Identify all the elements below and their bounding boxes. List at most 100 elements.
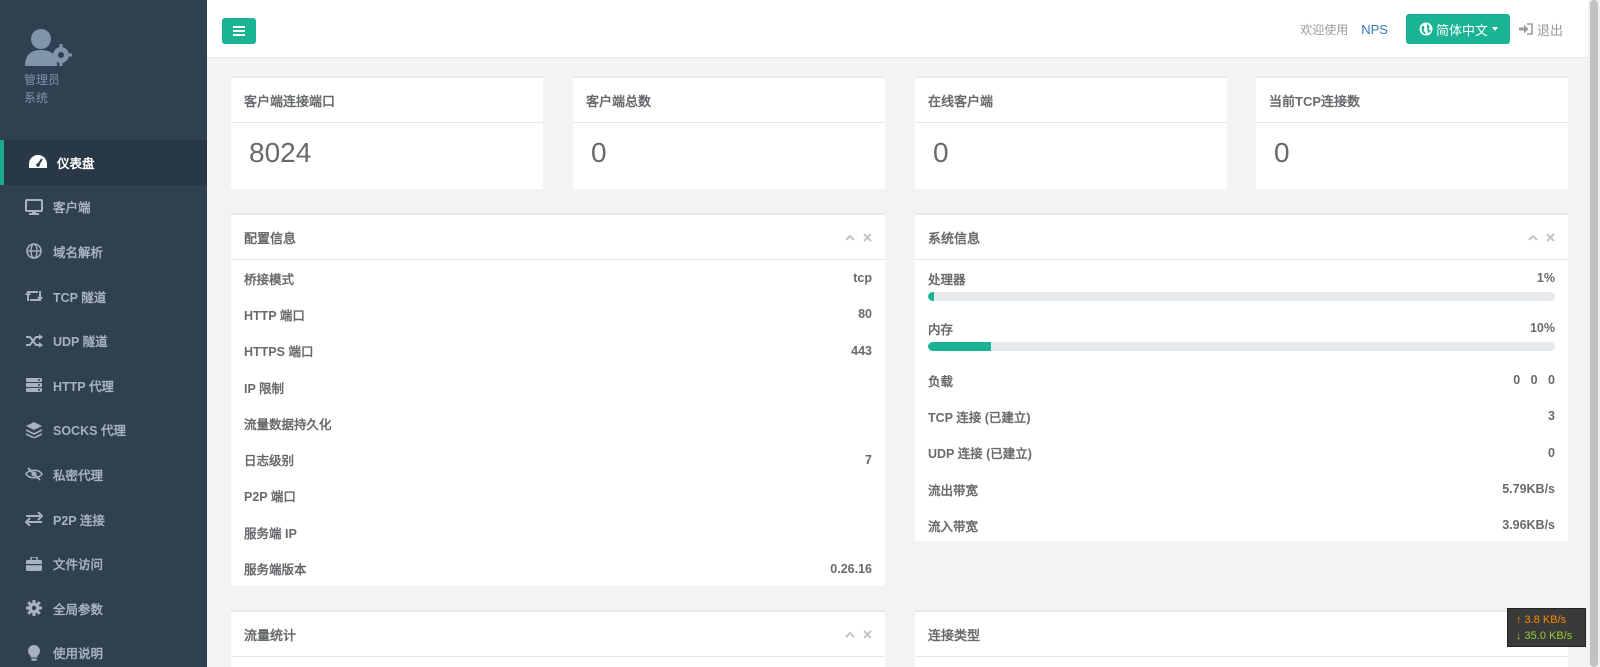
config-row: 流量数据持久化 [231, 405, 885, 441]
config-row: 日志级别 7 [231, 441, 885, 477]
caret-down-icon [1491, 27, 1498, 31]
memory-progress-bar [928, 342, 1555, 351]
sidebar-item-clients[interactable]: 客户端 [0, 185, 207, 230]
row-label: HTTP 端口 [244, 308, 305, 323]
row-label: UDP 连接 (已建立) [928, 447, 1032, 462]
sidebar-item-socks[interactable]: SOCKS 代理 [0, 408, 207, 453]
row-value: 0 [1548, 445, 1555, 460]
config-panel: 配置信息 桥接模式 tcp HTTP 端口 80 HTTPS 端口 443 IP 限制… [231, 213, 885, 586]
server-icon [24, 375, 44, 395]
sidebar-item-domain[interactable]: 域名解析 [0, 229, 207, 274]
row-label: HTTPS 端口 [244, 345, 314, 360]
sidebar-item-label: 私密代理 [53, 468, 104, 483]
row-label: P2P 端口 [244, 490, 296, 505]
system-row: 流入带宽 3.96KB/s [915, 507, 1568, 543]
profile: 管理员 系统 [0, 0, 207, 140]
system-row: 负载 0 0 0 [915, 362, 1568, 398]
config-row: IP 限制 [231, 369, 885, 405]
panel-title: 流量统计 [244, 627, 297, 643]
sidebar-item-files[interactable]: 文件访问 [0, 541, 207, 586]
sidebar-item-label: TCP 隧道 [53, 290, 107, 305]
stat-card-tcp-connections: 当前TCP连接数 0 [1256, 76, 1568, 189]
sidebar-item-label: P2P 连接 [53, 513, 105, 528]
row-label: 流入带宽 [928, 519, 979, 534]
config-row: 服务端版本 0.26.16 [231, 550, 885, 586]
stat-title: 客户端总数 [586, 93, 652, 109]
chevron-up-icon[interactable] [845, 234, 855, 241]
gear-icon [24, 598, 44, 618]
sidebar-item-dashboard[interactable]: 仪表盘 [0, 140, 207, 185]
sidebar-item-private[interactable]: 私密代理 [0, 452, 207, 497]
row-label: 服务端版本 [244, 563, 307, 578]
row-label: 负载 [928, 374, 954, 389]
logout-link[interactable]: 退出 [1518, 20, 1563, 39]
language-dropdown[interactable]: 简体中文 [1405, 14, 1510, 44]
stat-title: 当前TCP连接数 [1269, 93, 1361, 109]
upload-speed: ↑ 3.8 KB/s [1516, 614, 1567, 626]
stat-value: 0 [591, 137, 607, 168]
menu-toggle-button[interactable] [222, 18, 256, 44]
dashboard-icon [28, 152, 48, 172]
sidebar-item-help[interactable]: 使用说明 [0, 631, 207, 667]
retweet-icon [24, 286, 44, 306]
page-scrollbar[interactable] [1588, 0, 1600, 667]
profile-sub: 系统 [24, 91, 49, 105]
exchange-icon [24, 509, 44, 529]
sidebar-item-p2p[interactable]: P2P 连接 [0, 497, 207, 542]
lightbulb-icon [24, 643, 44, 663]
panel-title: 连接类型 [928, 627, 981, 643]
connection-type-panel: 连接类型 [915, 610, 1568, 667]
sidebar-item-tcp[interactable]: TCP 隧道 [0, 274, 207, 319]
close-icon[interactable] [863, 232, 872, 242]
chevron-up-icon[interactable] [1528, 234, 1538, 241]
sign-in-icon [1518, 23, 1533, 35]
stat-value: 0 [1274, 137, 1290, 168]
sidebar-item-label: UDP 隧道 [53, 335, 108, 350]
config-row: HTTPS 端口 443 [231, 333, 885, 369]
sidebar-item-label: 仪表盘 [57, 156, 95, 171]
sidebar-item-label: 域名解析 [53, 245, 104, 260]
sidebar-item-http[interactable]: HTTP 代理 [0, 363, 207, 408]
eye-slash-icon [24, 464, 44, 484]
cpu-progress-bar [928, 292, 1555, 301]
row-value: 3.96KB/s [1502, 518, 1555, 533]
row-value: 5.79KB/s [1502, 482, 1555, 497]
stat-title: 客户端连接端口 [244, 93, 336, 109]
progress-fill [928, 342, 991, 351]
row-label: 内存 [928, 322, 954, 337]
sidebar-item-label: 文件访问 [53, 558, 104, 573]
sidebar-item-udp[interactable]: UDP 隧道 [0, 318, 207, 363]
download-speed: ↓ 35.0 KB/s [1516, 630, 1573, 642]
cpu-row: 处理器 1% [915, 260, 1568, 310]
sidebar: 管理员 系统 仪表盘 客户端 域名解析 TCP 隧道 UDP 隧道 HTTP 代… [0, 0, 207, 667]
topbar: 欢迎使用 NPS 简体中文 退出 [207, 0, 1600, 58]
close-icon[interactable] [863, 629, 872, 639]
row-value: 443 [851, 343, 872, 358]
system-row: TCP 连接 (已建立) 3 [915, 398, 1568, 434]
row-label: IP 限制 [244, 381, 285, 396]
row-label: 桥接模式 [244, 272, 295, 287]
config-row: 服务端 IP [231, 514, 885, 550]
row-value: tcp [853, 271, 872, 286]
chevron-up-icon[interactable] [845, 631, 855, 638]
config-row: HTTP 端口 80 [231, 296, 885, 332]
scrollbar-thumb[interactable] [1590, 0, 1598, 667]
brand-link[interactable]: NPS [1361, 22, 1388, 37]
system-row: 流出带宽 5.79KB/s [915, 471, 1568, 507]
globe-icon [24, 241, 44, 261]
row-label: TCP 连接 (已建立) [928, 410, 1031, 425]
row-label: 服务端 IP [244, 526, 297, 541]
close-icon[interactable] [1546, 232, 1555, 242]
row-label: 日志级别 [244, 454, 295, 469]
sidebar-item-global[interactable]: 全局参数 [0, 586, 207, 631]
sidebar-item-label: 客户端 [53, 201, 91, 216]
progress-fill [928, 292, 935, 301]
hamburger-icon [233, 26, 245, 36]
globe-icon [1419, 22, 1433, 36]
layers-icon [24, 420, 44, 440]
language-label: 简体中文 [1435, 22, 1488, 38]
monitor-icon [24, 197, 44, 217]
logout-label: 退出 [1536, 22, 1563, 38]
system-row: UDP 连接 (已建立) 0 [915, 435, 1568, 471]
user-gear-icon [24, 28, 72, 68]
